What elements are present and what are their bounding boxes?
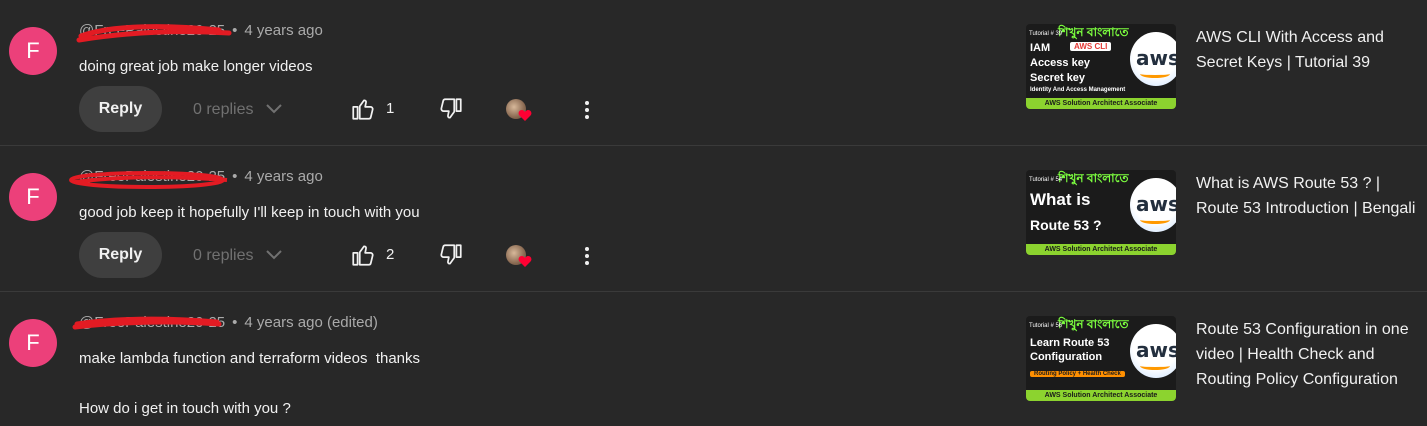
thumb-tag: AWS CLI (1070, 42, 1112, 51)
video-title[interactable]: Route 53 Configuration in one video | He… (1196, 317, 1416, 392)
comment-meta: @FreePalestine20-25 • 4 years ago (76, 22, 323, 43)
comment-text: doing great job make longer videos (79, 58, 313, 75)
reply-button[interactable]: Reply (79, 232, 162, 278)
thumb-line: Learn Route 53 (1030, 337, 1110, 349)
video-thumbnail[interactable]: শিখুন বাংলাতে Tutorial # 54 What is Rout… (1026, 170, 1176, 255)
creator-heart (506, 97, 536, 127)
chevron-down-icon (266, 104, 283, 114)
like-count: 2 (386, 246, 395, 263)
like-icon[interactable] (350, 242, 376, 268)
dislike-icon[interactable] (438, 242, 464, 268)
more-options-icon[interactable] (577, 243, 597, 269)
thumb-banner: শিখুন বাংলাতে (1058, 25, 1129, 39)
thumb-line: Configuration (1030, 351, 1103, 363)
thumb-line: Route 53 ? (1030, 217, 1102, 233)
comment-time[interactable]: 4 years ago (edited) (244, 314, 377, 331)
comment-row: F @FreePalestine20-25 • 4 years ago doing… (0, 0, 1427, 146)
thumb-line: Identity And Access Management (1030, 87, 1126, 93)
avatar[interactable]: F (9, 27, 57, 75)
dislike-icon[interactable] (438, 96, 464, 122)
thumb-tutorial: Tutorial # 54 (1029, 177, 1063, 183)
thumb-banner: শিখুন বাংলাতে (1058, 171, 1129, 185)
comment-time[interactable]: 4 years ago (244, 168, 322, 185)
comment-meta: @FreePalestine20-25 • 4 years ago (69, 168, 323, 189)
video-title[interactable]: AWS CLI With Access and Secret Keys | Tu… (1196, 25, 1416, 75)
thumb-footer: AWS Solution Architect Associate (1026, 390, 1176, 401)
comment-text: good job keep it hopefully I'll keep in … (79, 204, 420, 221)
reply-button[interactable]: Reply (79, 86, 162, 132)
avatar[interactable]: F (9, 173, 57, 221)
thumb-tag: Routing Policy + Health Check (1030, 371, 1125, 377)
thumb-line: IAM (1030, 42, 1051, 54)
author-handle[interactable]: @FreePalestine20-25 (69, 168, 228, 189)
comment-meta: @FreePalestine20-25 • 4 years ago (edited… (72, 314, 378, 331)
comment-row: F @FreePalestine20-25 • 4 years ago good … (0, 146, 1427, 292)
video-thumbnail[interactable]: শিখুন বাংলাতে Tutorial # 39 IAM AWS CLI … (1026, 24, 1176, 109)
aws-logo: aws (1130, 324, 1176, 378)
thumb-banner: শিখুন বাংলাতে (1058, 317, 1129, 331)
aws-logo: aws (1130, 32, 1176, 86)
comment-time[interactable]: 4 years ago (244, 22, 322, 39)
video-thumbnail[interactable]: শিখুন বাংলাতে Tutorial # 56 Learn Route … (1026, 316, 1176, 401)
like-count: 1 (386, 100, 395, 117)
author-handle[interactable]: @FreePalestine20-25 (72, 314, 225, 331)
author-handle[interactable]: @FreePalestine20-25 (76, 22, 232, 43)
thumb-tutorial: Tutorial # 56 (1029, 323, 1063, 329)
thumb-footer: AWS Solution Architect Associate (1026, 98, 1176, 109)
aws-logo: aws (1130, 178, 1176, 232)
comment-row: F @FreePalestine20-25 • 4 years ago (edit… (0, 292, 1427, 426)
more-options-icon[interactable] (577, 97, 597, 123)
like-icon[interactable] (350, 96, 376, 122)
replies-toggle[interactable]: 0 replies (193, 245, 283, 265)
chevron-down-icon (266, 250, 283, 260)
thumb-line: Access key (1030, 57, 1090, 69)
heart-icon (518, 256, 532, 267)
creator-heart (506, 243, 536, 273)
thumb-line: What is (1030, 190, 1091, 209)
comment-text: make lambda function and terraform video… (79, 350, 421, 417)
heart-icon (518, 110, 532, 121)
replies-toggle[interactable]: 0 replies (193, 99, 283, 119)
thumb-tutorial: Tutorial # 39 (1029, 31, 1063, 37)
avatar[interactable]: F (9, 319, 57, 367)
video-title[interactable]: What is AWS Route 53 ? | Route 53 Introd… (1196, 171, 1416, 221)
thumb-footer: AWS Solution Architect Associate (1026, 244, 1176, 255)
thumb-line: Secret key (1030, 72, 1086, 84)
